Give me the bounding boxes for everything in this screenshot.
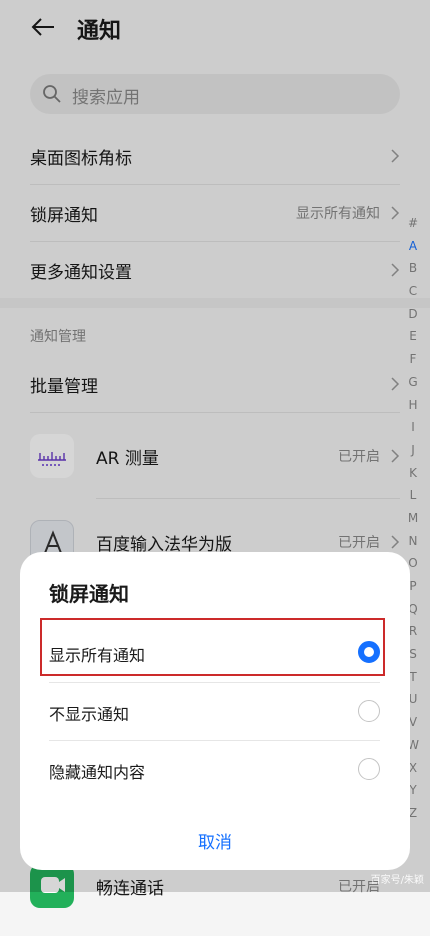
option-hide-content[interactable]: 隐藏通知内容 — [49, 741, 380, 799]
option-label: 隐藏通知内容 — [49, 763, 146, 782]
lockscreen-notification-dialog: 锁屏通知 显示所有通知 不显示通知 隐藏通知内容 取消 — [20, 552, 410, 870]
dialog-title: 锁屏通知 — [49, 582, 129, 606]
selection-highlight-box — [40, 618, 385, 676]
radio-unselected[interactable] — [358, 758, 380, 780]
radio-unselected[interactable] — [358, 700, 380, 722]
option-label: 不显示通知 — [49, 705, 130, 724]
option-hide-notifications[interactable]: 不显示通知 — [49, 683, 380, 741]
cancel-button[interactable]: 取消 — [20, 828, 410, 853]
watermark: 百家号/朱颖 — [370, 875, 424, 886]
